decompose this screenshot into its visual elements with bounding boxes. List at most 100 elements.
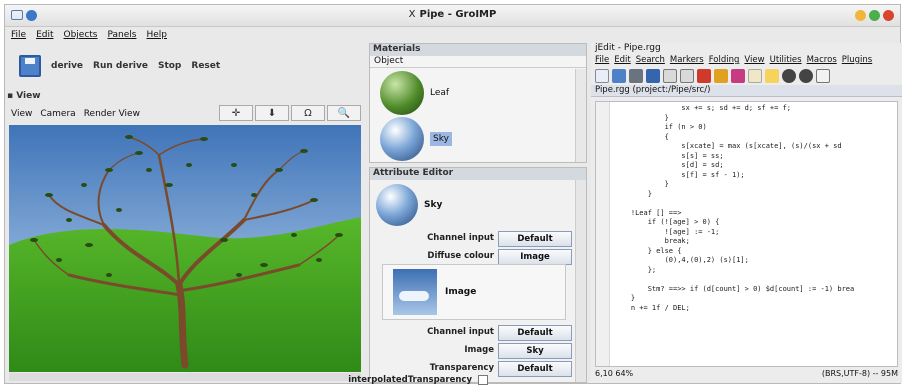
paste-icon[interactable] bbox=[731, 69, 745, 83]
reload-icon[interactable] bbox=[629, 69, 643, 83]
code-line: } bbox=[614, 189, 652, 198]
materials-title: Materials bbox=[370, 44, 586, 56]
code-line: s[d] = sd; bbox=[614, 161, 724, 169]
find-next-icon[interactable] bbox=[799, 69, 813, 83]
menu-edit[interactable]: Edit bbox=[36, 30, 53, 40]
find-icon[interactable] bbox=[782, 69, 796, 83]
jedit-menu-markers[interactable]: Markers bbox=[670, 55, 704, 67]
code-line: } bbox=[614, 294, 636, 302]
new-file-icon[interactable] bbox=[595, 69, 609, 83]
rotate-tool-icon[interactable]: Ω bbox=[291, 105, 325, 121]
x-logo-icon: X bbox=[408, 9, 416, 20]
jedit-statusbar: 6,10 64% (BRS,UTF-8) -- 95M bbox=[591, 369, 902, 381]
materials-scrollbar[interactable] bbox=[575, 69, 586, 162]
down-arrow-icon[interactable]: ⬇ bbox=[255, 105, 289, 121]
save-file-icon[interactable] bbox=[646, 69, 660, 83]
material-sky-label: Sky bbox=[430, 132, 452, 146]
code-line: n += 1f / DEL; bbox=[614, 303, 690, 312]
attribute-scrollbar[interactable] bbox=[575, 180, 586, 382]
print-setup-icon[interactable] bbox=[680, 69, 694, 83]
material-leaf[interactable]: Leaf bbox=[380, 68, 500, 118]
code-editor[interactable]: sx += s; sd += d; sf += f; } if (n > 0) … bbox=[595, 101, 898, 367]
attr-row-interpolated-transparency: interpolatedTransparency bbox=[348, 372, 576, 385]
print-icon[interactable] bbox=[663, 69, 677, 83]
save-icon[interactable] bbox=[19, 55, 41, 77]
attr-row-channel-input: Channel input Default bbox=[370, 230, 576, 248]
jedit-menu-utilities[interactable]: Utilities bbox=[770, 55, 802, 67]
jedit-toolbar bbox=[591, 67, 902, 85]
code-line: sx += s; sd += d; sf += f; bbox=[614, 104, 792, 112]
jedit-menu-folding[interactable]: Folding bbox=[709, 55, 740, 67]
view-panel-header: ▪ View bbox=[7, 91, 41, 101]
code-line: s[f] = sf - 1); bbox=[614, 170, 745, 179]
minimize-button[interactable] bbox=[855, 10, 866, 21]
close-button[interactable] bbox=[883, 10, 894, 21]
interpolated-transparency-checkbox[interactable] bbox=[478, 375, 488, 385]
view-menu-view[interactable]: View bbox=[11, 109, 32, 119]
code-text: sx += s; sd += d; sf += f; } if (n > 0) … bbox=[614, 104, 854, 313]
image-sky-button[interactable]: Sky bbox=[498, 343, 572, 359]
menu-objects[interactable]: Objects bbox=[64, 30, 98, 40]
rgg-toolbar: derive Run derive Stop Reset bbox=[5, 43, 365, 89]
editor-gutter bbox=[596, 102, 610, 366]
menu-help[interactable]: Help bbox=[146, 30, 167, 40]
main-menubar: File Edit Objects Panels Help bbox=[5, 27, 365, 43]
sky-image-thumbnail bbox=[393, 269, 437, 315]
code-line: (0),4,(0),2) (s)[1]; bbox=[614, 256, 749, 264]
view-menu-camera[interactable]: Camera bbox=[40, 109, 75, 119]
code-line: !Leaf [] ==> bbox=[614, 208, 682, 217]
view-panel: derive Run derive Stop Reset ▪ View View… bbox=[5, 43, 365, 383]
stop-button[interactable]: Stop bbox=[158, 61, 181, 71]
code-line: }; bbox=[614, 265, 657, 274]
jedit-menu-plugins[interactable]: Plugins bbox=[842, 55, 872, 67]
sky-preview-icon bbox=[376, 184, 418, 226]
jedit-menu-edit[interactable]: Edit bbox=[614, 55, 630, 67]
undo-icon[interactable] bbox=[748, 69, 762, 83]
menu-file[interactable]: File bbox=[11, 30, 26, 40]
channel-input-2-button[interactable]: Default bbox=[498, 325, 572, 341]
channel-input-button[interactable]: Default bbox=[498, 231, 572, 247]
leaf-sphere-icon bbox=[380, 71, 424, 115]
code-line: } else { bbox=[614, 246, 682, 255]
window-controls bbox=[855, 10, 894, 21]
material-sky[interactable]: Sky bbox=[380, 114, 500, 164]
run-derive-button[interactable]: Run derive bbox=[93, 61, 148, 71]
maximize-button[interactable] bbox=[869, 10, 880, 21]
code-line: if (n > 0) bbox=[614, 123, 707, 131]
cut-icon[interactable] bbox=[697, 69, 711, 83]
code-line: if (![age] > 0) { bbox=[614, 218, 720, 226]
code-line: } bbox=[614, 180, 669, 188]
menu-panels[interactable]: Panels bbox=[108, 30, 137, 40]
3d-viewport[interactable] bbox=[9, 125, 361, 372]
diffuse-colour-button[interactable]: Image bbox=[498, 249, 572, 265]
open-file-icon[interactable] bbox=[612, 69, 626, 83]
redo-icon[interactable] bbox=[765, 69, 779, 83]
attribute-editor-title: Attribute Editor bbox=[370, 168, 586, 180]
derive-button[interactable]: derive bbox=[51, 61, 83, 71]
view-menu-render-view[interactable]: Render View bbox=[84, 109, 140, 119]
jedit-menu-file[interactable]: File bbox=[595, 55, 609, 67]
jedit-menu-macros[interactable]: Macros bbox=[807, 55, 837, 67]
code-line: break; bbox=[614, 237, 690, 245]
attribute-object: Sky bbox=[376, 184, 442, 226]
attr-row-image: Image Sky bbox=[370, 342, 576, 360]
image-sub-panel: Image bbox=[382, 264, 566, 320]
title-bar: X Pipe - GroIMP bbox=[5, 5, 900, 27]
jedit-panel: jEdit - Pipe.rgg File Edit Search Marker… bbox=[591, 43, 902, 383]
code-line: ![age] := -1; bbox=[614, 227, 720, 236]
code-line: Stm? ==>> if (d[count] > 0) $d[count] :=… bbox=[614, 284, 855, 293]
move-tool-icon[interactable]: ✛ bbox=[219, 105, 253, 121]
copy-icon[interactable] bbox=[714, 69, 728, 83]
code-line: s[xcate] = max (s[xcate], (s)/(sx + sd bbox=[614, 142, 842, 150]
options-icon[interactable] bbox=[816, 69, 830, 83]
jedit-menubar: File Edit Search Markers Folding View Ut… bbox=[591, 55, 902, 67]
jedit-menu-search[interactable]: Search bbox=[636, 55, 665, 67]
jedit-menu-view[interactable]: View bbox=[744, 55, 764, 67]
jedit-buffer-tab[interactable]: Pipe.rgg (project:/Pipe/src/) bbox=[591, 85, 902, 97]
view-statusbar bbox=[9, 373, 361, 381]
zoom-icon[interactable]: 🔍 bbox=[327, 105, 361, 121]
window-title: X Pipe - GroIMP bbox=[408, 9, 497, 20]
reset-button[interactable]: Reset bbox=[191, 61, 220, 71]
attr-row-channel-input-2: Channel input Default bbox=[370, 324, 576, 342]
material-leaf-label: Leaf bbox=[430, 88, 450, 98]
